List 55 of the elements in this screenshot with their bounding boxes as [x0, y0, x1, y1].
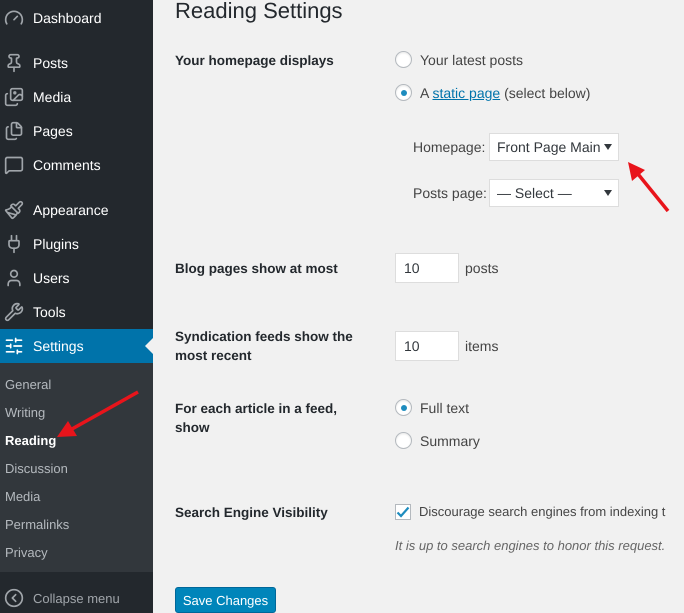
submenu-item[interactable]: Media: [0, 482, 153, 510]
setting-label: Syndication feeds show the most recent: [175, 328, 354, 366]
static-page-link[interactable]: static page: [432, 84, 500, 101]
number-field[interactable]: 10: [395, 331, 459, 362]
caret-icon: [604, 144, 612, 150]
save-changes-button[interactable]: Save Changes: [175, 587, 276, 613]
dropdown-select[interactable]: — Select —: [489, 179, 619, 208]
setting-label: Your homepage displays: [175, 52, 335, 70]
annotation-arrow: [628, 162, 670, 212]
collapse-icon: [4, 588, 24, 608]
option-label: Your latest posts: [420, 52, 523, 68]
images-icon: [4, 87, 24, 107]
submenu-item[interactable]: Permalinks: [0, 510, 153, 538]
menu-item[interactable]: Media: [0, 80, 153, 114]
select-label: Posts page:: [413, 185, 485, 202]
submenu-item[interactable]: Discussion: [0, 454, 153, 482]
description-text: It is up to search engines to honor this request.: [395, 538, 666, 554]
menu-item[interactable]: Appearance: [0, 193, 153, 227]
dropdown-select[interactable]: Front Page Main: [489, 133, 619, 162]
menu-item[interactable]: Settings: [0, 329, 153, 363]
menu-item[interactable]: Posts: [0, 46, 153, 80]
unit-label: items: [465, 338, 498, 354]
unit-label: posts: [465, 260, 498, 276]
menu-item[interactable]: Plugins: [0, 227, 153, 261]
select-label: Homepage:: [413, 139, 485, 156]
brush-icon: [4, 200, 24, 220]
menu-item[interactable]: Dashboard: [0, 1, 153, 35]
radio-button[interactable]: [395, 51, 412, 68]
checkbox-label: Discourage search engines from indexing t: [419, 504, 666, 520]
sliders-icon: [4, 336, 24, 356]
checkbox[interactable]: [395, 504, 411, 520]
submenu-item[interactable]: Privacy: [0, 538, 153, 566]
caret-icon: [604, 190, 612, 196]
number-field[interactable]: 10: [395, 253, 459, 284]
pages-icon: [4, 121, 24, 141]
radio-button[interactable]: [395, 399, 412, 416]
menu-item[interactable]: Users: [0, 261, 153, 295]
menu-item[interactable]: Pages: [0, 114, 153, 148]
speech-bubble-icon: [4, 155, 24, 175]
setting-label: For each article in a feed, show: [175, 400, 338, 438]
option-label: A static page (select below): [420, 84, 590, 101]
menu-item[interactable]: Tools: [0, 295, 153, 329]
option-label: Summary: [420, 432, 480, 449]
option-label: Full text: [420, 400, 470, 416]
submenu-item[interactable]: Reading: [0, 426, 153, 454]
radio-button[interactable]: [395, 84, 412, 102]
page-title: Reading Settings: [175, 0, 344, 25]
menu-item[interactable]: Comments: [0, 148, 153, 182]
submenu-item[interactable]: Writing: [0, 398, 153, 426]
collapse-menu[interactable]: Collapse menu: [0, 583, 153, 613]
wrench-icon: [4, 302, 24, 322]
setting-label: Search Engine Visibility: [175, 504, 329, 522]
radio-button[interactable]: [395, 432, 412, 450]
submenu-item[interactable]: General: [0, 370, 153, 398]
setting-label: Blog pages show at most: [175, 260, 339, 278]
